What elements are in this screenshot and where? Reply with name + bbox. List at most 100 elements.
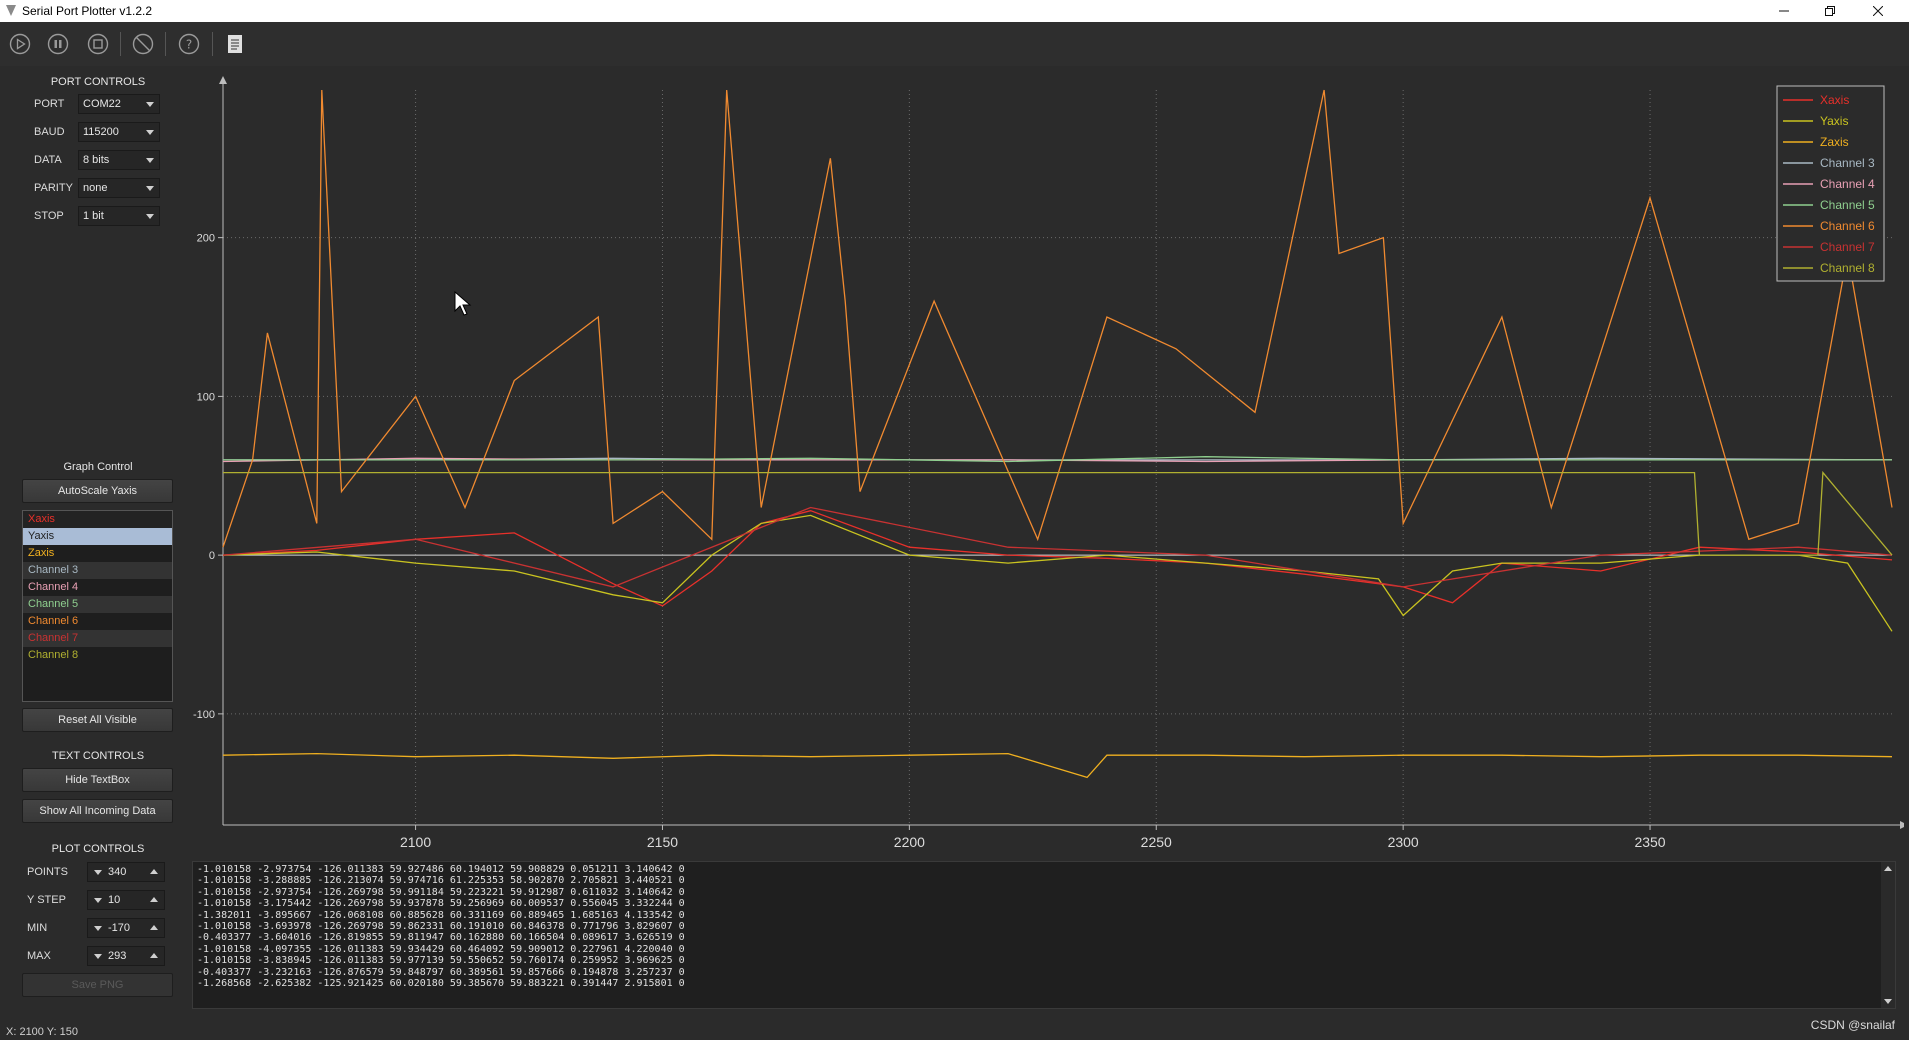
restore-icon bbox=[1825, 6, 1835, 16]
graph-control-title: Graph Control bbox=[63, 461, 133, 473]
legend-label: Xaxis bbox=[1820, 93, 1849, 107]
data-line: -1.268568 -2.625382 -125.921425 60.02018… bbox=[197, 978, 685, 990]
chevron-down-icon bbox=[146, 214, 154, 219]
textbox-scrollbar[interactable] bbox=[1881, 862, 1895, 1008]
stop-bits-select[interactable]: 1 bit bbox=[78, 206, 160, 226]
max-spinbox[interactable]: 293 bbox=[87, 946, 165, 966]
close-icon bbox=[1873, 6, 1883, 16]
data-bits-select[interactable]: 8 bits bbox=[78, 150, 160, 170]
parity-label: PARITY bbox=[34, 182, 73, 194]
channel-label: Channel 3 bbox=[28, 564, 79, 576]
channel-label: Channel 5 bbox=[28, 598, 79, 610]
status-coords: X: 2100 Y: 150 bbox=[6, 1026, 78, 1038]
port-controls-title: PORT CONTROLS bbox=[50, 76, 146, 88]
text-controls-title: TEXT CONTROLS bbox=[51, 750, 145, 762]
channel-item[interactable]: Channel 7 bbox=[23, 630, 172, 647]
y-step-spinbox[interactable]: 10 bbox=[87, 890, 165, 910]
scroll-up-icon[interactable] bbox=[1884, 866, 1892, 871]
points-value: 340 bbox=[108, 866, 127, 878]
chevron-down-icon[interactable] bbox=[94, 870, 102, 875]
hide-textbox-button[interactable]: Hide TextBox bbox=[22, 768, 173, 792]
incoming-data-textbox[interactable]: -1.010158 -2.973754 -126.011383 59.92748… bbox=[192, 861, 1896, 1009]
channel-list[interactable]: Xaxis Yaxis Zaxis Channel 3 Channel 4 Ch… bbox=[22, 510, 173, 702]
y-tick-label: -100 bbox=[193, 709, 215, 721]
save-png-button[interactable]: Save PNG bbox=[22, 973, 173, 997]
minimize-button[interactable] bbox=[1761, 0, 1807, 22]
parity-select[interactable]: none bbox=[78, 178, 160, 198]
data-line: -1.010158 -3.175442 -126.269798 59.93787… bbox=[197, 898, 685, 910]
chevron-up-icon[interactable] bbox=[150, 869, 158, 874]
chevron-down-icon[interactable] bbox=[94, 954, 102, 959]
stop-bits-label: STOP bbox=[34, 210, 64, 222]
chevron-down-icon bbox=[146, 158, 154, 163]
svg-text:?: ? bbox=[186, 38, 192, 52]
data-line: -1.010158 -2.973754 -126.011383 59.92748… bbox=[197, 864, 685, 875]
max-label: MAX bbox=[27, 950, 51, 962]
channel-item[interactable]: Channel 3 bbox=[23, 562, 172, 579]
data-line: -1.010158 -2.973754 -126.269798 59.99118… bbox=[197, 886, 685, 898]
data-line: -1.382011 -3.895667 -126.068108 60.88562… bbox=[197, 909, 685, 921]
show-all-data-button[interactable]: Show All Incoming Data bbox=[22, 799, 173, 823]
data-line: -1.010158 -4.097355 -126.011383 59.93442… bbox=[197, 943, 685, 955]
chevron-down-icon bbox=[146, 186, 154, 191]
pause-icon bbox=[47, 33, 69, 55]
points-spinbox[interactable]: 340 bbox=[87, 862, 165, 882]
toolbar: ? bbox=[0, 22, 1909, 66]
chevron-down-icon[interactable] bbox=[94, 898, 102, 903]
reset-visible-button[interactable]: Reset All Visible bbox=[22, 708, 173, 732]
data-line: -0.403377 -3.232163 -126.876579 59.84879… bbox=[197, 966, 685, 978]
scroll-down-icon[interactable] bbox=[1884, 999, 1892, 1004]
baud-select[interactable]: 115200 bbox=[78, 122, 160, 142]
chevron-up-icon[interactable] bbox=[150, 897, 158, 902]
restore-button[interactable] bbox=[1807, 0, 1853, 22]
document-icon bbox=[228, 35, 242, 53]
points-label: POINTS bbox=[27, 866, 68, 878]
plot-area[interactable]: 2100 2150 2200 2250 2300 2350 -100 0 100 200 Xaxi… bbox=[192, 70, 1904, 855]
channel-item[interactable]: Channel 8 bbox=[23, 647, 172, 664]
channel-item[interactable]: Channel 5 bbox=[23, 596, 172, 613]
channel-label: Xaxis bbox=[28, 513, 55, 525]
data-line: -0.403377 -3.604016 -126.819855 59.81194… bbox=[197, 932, 685, 944]
channel-item[interactable]: Yaxis bbox=[23, 528, 172, 545]
start-button[interactable] bbox=[7, 31, 33, 57]
channel-item[interactable]: Channel 4 bbox=[23, 579, 172, 596]
channel-item[interactable]: Zaxis bbox=[23, 545, 172, 562]
stop-button[interactable] bbox=[85, 31, 111, 57]
log-button[interactable] bbox=[222, 31, 248, 57]
play-icon bbox=[9, 33, 31, 55]
status-bar: X: 2100 Y: 150 CSDN @snailaf bbox=[0, 1018, 1909, 1040]
legend-label: Channel 3 bbox=[1820, 156, 1875, 170]
port-label: PORT bbox=[34, 98, 65, 110]
x-tick-label: 2350 bbox=[1634, 834, 1665, 850]
legend-label: Channel 4 bbox=[1820, 177, 1875, 191]
channel-label: Channel 7 bbox=[28, 632, 79, 644]
legend-label: Zaxis bbox=[1820, 135, 1849, 149]
channel-item[interactable]: Channel 6 bbox=[23, 613, 172, 630]
legend-label: Channel 6 bbox=[1820, 219, 1875, 233]
min-spinbox[interactable]: -170 bbox=[87, 918, 165, 938]
legend-label: Channel 8 bbox=[1820, 261, 1875, 275]
channel-item[interactable]: Xaxis bbox=[23, 511, 172, 528]
port-select[interactable]: COM22 bbox=[78, 94, 160, 114]
chevron-down-icon[interactable] bbox=[94, 926, 102, 931]
clear-icon bbox=[132, 33, 154, 55]
chevron-up-icon[interactable] bbox=[150, 953, 158, 958]
scrollbar-arrows bbox=[1884, 866, 1892, 1004]
chevron-up-icon[interactable] bbox=[150, 925, 158, 930]
minimize-icon bbox=[1779, 10, 1789, 12]
plot-background bbox=[192, 70, 1904, 855]
close-button[interactable] bbox=[1855, 0, 1901, 22]
legend-label: Yaxis bbox=[1820, 114, 1848, 128]
app-icon bbox=[6, 5, 16, 16]
pause-button[interactable] bbox=[45, 31, 71, 57]
x-tick-label: 2300 bbox=[1388, 834, 1419, 850]
y-tick-label: 100 bbox=[197, 391, 215, 403]
clear-button[interactable] bbox=[130, 31, 156, 57]
autoscale-button[interactable]: AutoScale Yaxis bbox=[22, 479, 173, 503]
channel-label: Zaxis bbox=[28, 547, 55, 559]
watermark: CSDN @snailaf bbox=[1810, 1018, 1895, 1032]
x-tick-label: 2250 bbox=[1141, 834, 1172, 850]
y-tick-label: 0 bbox=[209, 550, 215, 562]
title-bar: Serial Port Plotter v1.2.2 bbox=[0, 0, 1909, 22]
help-button[interactable]: ? bbox=[176, 31, 202, 57]
